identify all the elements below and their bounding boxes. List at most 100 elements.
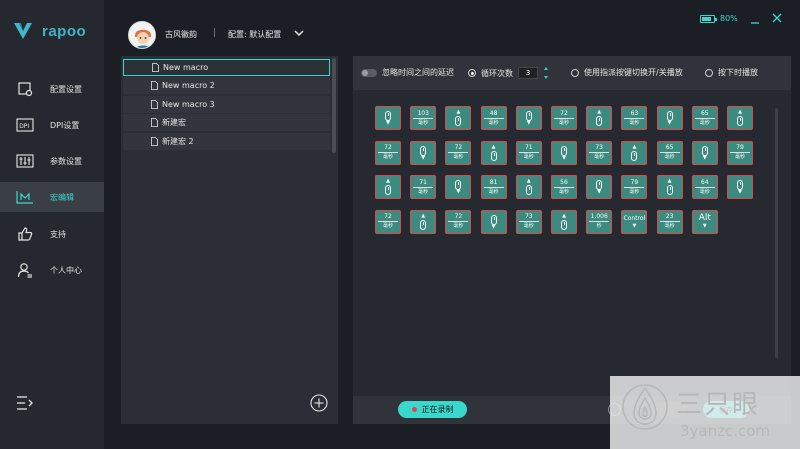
delay-value: 72: [454, 144, 463, 151]
delay-event[interactable]: 56 毫秒: [551, 175, 577, 199]
record-button[interactable]: 正在录制: [398, 401, 467, 418]
sidebar-item-support[interactable]: 支持: [0, 219, 104, 249]
delay-event[interactable]: 72 毫秒: [445, 140, 472, 165]
config-selector[interactable]: 配置: 默认配置: [228, 29, 281, 40]
file-icon: [151, 137, 158, 146]
delay-event[interactable]: 71 毫秒: [410, 175, 437, 199]
macro-list-panel: New macro New macro 2 New macro 3 新建宏 新建…: [121, 56, 338, 424]
delay-unit: 毫秒: [418, 119, 429, 126]
toggle-play-option[interactable]: 使用指派按键切换开/关播放: [571, 67, 683, 78]
mouse-event-down[interactable]: ▼: [551, 140, 577, 165]
mouse-event-up[interactable]: ▲: [551, 209, 577, 234]
mouse-icon: [490, 214, 497, 225]
loop-count-input[interactable]: 3: [518, 67, 538, 79]
mouse-event-down[interactable]: ▼: [586, 175, 613, 199]
delay-value: 48: [489, 109, 498, 117]
delay-unit: 毫秒: [523, 223, 534, 229]
delay-event[interactable]: 23 毫秒: [656, 209, 683, 234]
mouse-icon: [455, 180, 462, 190]
loop-count-stepper[interactable]: [543, 67, 549, 79]
hold-play-option[interactable]: 按下时播放: [705, 67, 758, 78]
ignore-delay-toggle[interactable]: [361, 68, 377, 77]
delay-unit: 毫秒: [664, 223, 675, 229]
delay-event[interactable]: 73 毫秒: [515, 209, 542, 234]
sidebar-item-config[interactable]: 配置设置: [0, 74, 104, 104]
macro-list-item[interactable]: 新建宏 2: [123, 133, 330, 150]
delay-event[interactable]: 79 毫秒: [621, 175, 648, 199]
delay-unit: 秒: [596, 223, 602, 229]
mouse-icon: [596, 116, 603, 126]
ignore-delay-option[interactable]: 忽略时间之间的延迟: [361, 67, 454, 78]
editor-scrollbar[interactable]: [775, 108, 778, 358]
mouse-event-up[interactable]: ▲: [410, 209, 437, 234]
mouse-event-up[interactable]: ▲: [515, 175, 542, 199]
delay-event[interactable]: 73 毫秒: [586, 140, 613, 165]
macro-list-scrollbar[interactable]: [332, 58, 336, 153]
mouse-event-down[interactable]: ▼: [480, 209, 507, 234]
mouse-event-up[interactable]: ▲: [586, 106, 613, 130]
mouse-icon: [385, 185, 391, 195]
delay-event[interactable]: 48 毫秒: [480, 106, 507, 130]
delay-event[interactable]: 72 毫秒: [375, 209, 401, 234]
mouse-event-up[interactable]: ▲: [375, 175, 401, 199]
mouse-icon: [666, 185, 673, 195]
mouse-event-down[interactable]: ▼: [410, 140, 437, 165]
avatar-image-icon: [129, 22, 155, 48]
mouse-event-up[interactable]: ▲: [445, 106, 472, 130]
sidebar-item-params[interactable]: 参数设置: [0, 146, 104, 176]
key-event[interactable]: Alt ▼: [691, 209, 718, 234]
close-icon[interactable]: [772, 13, 782, 23]
loop-option[interactable]: 循环次数 3: [468, 67, 549, 79]
sidebar-item-macro[interactable]: 宏编辑: [0, 182, 104, 212]
hold-play-radio[interactable]: [705, 68, 713, 77]
delay-event[interactable]: 65 毫秒: [656, 140, 683, 165]
delay-event[interactable]: 65 毫秒: [691, 106, 718, 130]
sidebar-item-profile[interactable]: 个人中心: [0, 255, 104, 285]
macro-list-item[interactable]: New macro 2: [123, 77, 330, 94]
mouse-event-down[interactable]: ▼: [691, 140, 718, 165]
minimize-icon[interactable]: [750, 12, 760, 24]
add-macro-icon[interactable]: [310, 394, 328, 412]
arrow-down-icon: ▼: [421, 154, 426, 161]
mouse-event-down[interactable]: ▼: [375, 106, 401, 130]
mouse-event-up[interactable]: ▲: [727, 106, 753, 130]
delay-event[interactable]: 1.006 秒: [586, 209, 613, 234]
delay-unit: 毫秒: [594, 154, 605, 160]
menu-collapse-icon[interactable]: [16, 395, 34, 411]
mouse-event-down[interactable]: ▼: [656, 106, 683, 130]
delay-event[interactable]: 71 毫秒: [515, 140, 542, 165]
delay-event[interactable]: 72 毫秒: [445, 209, 472, 234]
delay-value: 72: [384, 144, 392, 151]
mouse-event-up[interactable]: ▲: [656, 175, 683, 199]
mouse-icon: [701, 145, 708, 156]
mouse-event-down[interactable]: ▼: [445, 175, 472, 199]
mouse-event-up[interactable]: ▲: [480, 140, 507, 165]
delay-value: 23: [665, 213, 674, 220]
macro-list-item[interactable]: New macro: [123, 59, 330, 76]
avatar[interactable]: [128, 21, 156, 49]
toggle-play-radio[interactable]: [571, 68, 579, 77]
mouse-event-down[interactable]: ▼: [515, 106, 542, 130]
mouse-event-up[interactable]: ▲: [621, 140, 648, 165]
delay-event[interactable]: 63 毫秒: [621, 106, 648, 130]
key-event[interactable]: Control ▼: [621, 209, 648, 234]
macro-list-item[interactable]: New macro 3: [123, 96, 330, 113]
chevron-down-icon[interactable]: [294, 29, 304, 37]
loop-radio[interactable]: [468, 69, 476, 77]
macro-event-sequence: ▼ 103 毫秒 ▲ 48 毫秒 ▼ 72 毫秒 ▲ 63 毫秒 ▼ 65 毫秒 ▲ 72 毫秒 ▼ 72 毫秒 ▲ 71 毫…: [375, 106, 765, 296]
loop-label: 循环次数: [481, 68, 513, 78]
arrow-up-icon: ▲: [526, 178, 531, 184]
delay-unit: 毫秒: [523, 154, 534, 160]
sidebar-item-dpi[interactable]: DPI DPI设置: [0, 110, 104, 140]
delay-event[interactable]: 64 毫秒: [691, 175, 718, 199]
delay-event[interactable]: 81 毫秒: [480, 175, 507, 199]
mouse-icon: [455, 116, 462, 126]
sidebar-item-label: DPI设置: [50, 120, 80, 130]
delay-event[interactable]: 72 毫秒: [551, 106, 577, 130]
delay-event[interactable]: 79 毫秒: [727, 140, 753, 165]
delay-event[interactable]: 103 毫秒: [410, 106, 437, 130]
watermark-title: 三只眼: [676, 390, 761, 420]
delay-event[interactable]: 72 毫秒: [375, 140, 401, 165]
macro-list-item[interactable]: 新建宏: [123, 114, 330, 131]
mouse-event-down[interactable]: ▼: [727, 175, 753, 199]
